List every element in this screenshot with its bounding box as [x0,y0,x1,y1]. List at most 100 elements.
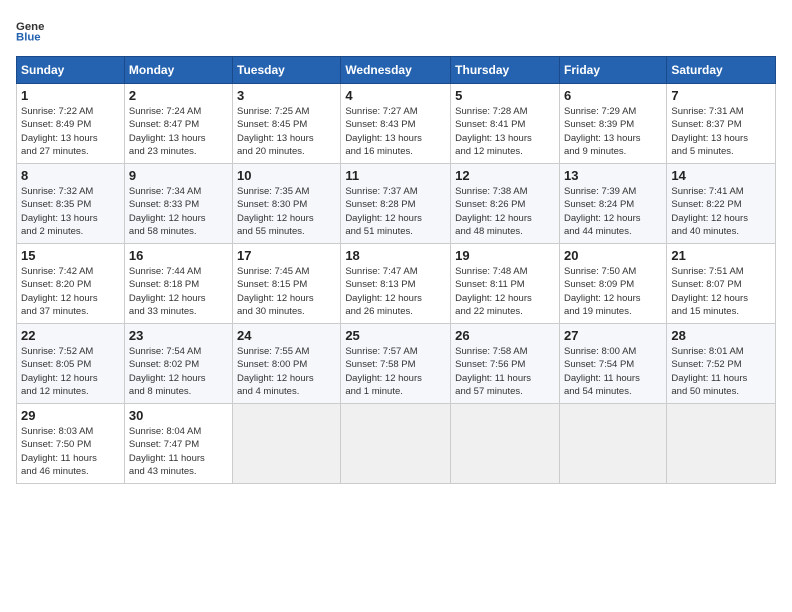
calendar-cell: 16 Sunrise: 7:44 AM Sunset: 8:18 PM Dayli… [124,244,232,324]
day-detail: Sunrise: 7:45 AM Sunset: 8:15 PM Dayligh… [237,265,336,318]
day-detail: Sunrise: 7:42 AM Sunset: 8:20 PM Dayligh… [21,265,120,318]
calendar-cell [559,404,666,484]
calendar-cell: 10Sunrise: 7:35 AM Sunset: 8:30 PM Dayli… [233,164,341,244]
calendar-cell [233,404,341,484]
day-number: 16 [129,248,228,263]
weekday-header-monday: Monday [124,57,232,84]
calendar-cell: 4 Sunrise: 7:27 AM Sunset: 8:43 PM Daylig… [341,84,451,164]
day-detail: Sunrise: 8:01 AM Sunset: 7:52 PM Dayligh… [671,345,771,398]
day-detail: Sunrise: 8:03 AM Sunset: 7:50 PM Dayligh… [21,425,120,478]
day-detail: Sunrise: 7:58 AM Sunset: 7:56 PM Dayligh… [455,345,555,398]
calendar-cell: 29 Sunrise: 8:03 AM Sunset: 7:50 PM Dayli… [17,404,125,484]
day-detail: Sunrise: 7:55 AM Sunset: 8:00 PM Dayligh… [237,345,336,398]
day-number: 7 [671,88,771,103]
day-number: 1 [21,88,120,103]
day-detail: Sunrise: 7:34 AM Sunset: 8:33 PM Dayligh… [129,185,228,238]
calendar-cell: 19 Sunrise: 7:48 AM Sunset: 8:11 PM Dayli… [451,244,560,324]
day-number: 13 [564,168,662,183]
day-number: 30 [129,408,228,423]
day-number: 6 [564,88,662,103]
day-detail: Sunrise: 7:29 AM Sunset: 8:39 PM Dayligh… [564,105,662,158]
calendar-row-2: 15 Sunrise: 7:42 AM Sunset: 8:20 PM Dayli… [17,244,776,324]
day-detail: Sunrise: 7:39 AM Sunset: 8:24 PM Dayligh… [564,185,662,238]
calendar-cell: 11 Sunrise: 7:37 AM Sunset: 8:28 PM Dayli… [341,164,451,244]
calendar-cell: 15 Sunrise: 7:42 AM Sunset: 8:20 PM Dayli… [17,244,125,324]
weekday-header-saturday: Saturday [667,57,776,84]
calendar-cell: 26 Sunrise: 7:58 AM Sunset: 7:56 PM Dayli… [451,324,560,404]
day-detail: Sunrise: 7:24 AM Sunset: 8:47 PM Dayligh… [129,105,228,158]
day-number: 8 [21,168,120,183]
calendar-cell: 25 Sunrise: 7:57 AM Sunset: 7:58 PM Dayli… [341,324,451,404]
calendar-cell: 1 Sunrise: 7:22 AM Sunset: 8:49 PM Daylig… [17,84,125,164]
calendar-cell: 3Sunrise: 7:25 AM Sunset: 8:45 PM Daylig… [233,84,341,164]
day-number: 19 [455,248,555,263]
day-detail: Sunrise: 7:50 AM Sunset: 8:09 PM Dayligh… [564,265,662,318]
day-detail: Sunrise: 7:37 AM Sunset: 8:28 PM Dayligh… [345,185,446,238]
weekday-header-sunday: Sunday [17,57,125,84]
day-detail: Sunrise: 7:51 AM Sunset: 8:07 PM Dayligh… [671,265,771,318]
day-detail: Sunrise: 7:22 AM Sunset: 8:49 PM Dayligh… [21,105,120,158]
calendar-cell: 28 Sunrise: 8:01 AM Sunset: 7:52 PM Dayli… [667,324,776,404]
calendar-cell: 30 Sunrise: 8:04 AM Sunset: 7:47 PM Dayli… [124,404,232,484]
day-detail: Sunrise: 7:52 AM Sunset: 8:05 PM Dayligh… [21,345,120,398]
day-detail: Sunrise: 7:54 AM Sunset: 8:02 PM Dayligh… [129,345,228,398]
calendar-cell: 2 Sunrise: 7:24 AM Sunset: 8:47 PM Daylig… [124,84,232,164]
calendar-cell: 8Sunrise: 7:32 AM Sunset: 8:35 PM Daylig… [17,164,125,244]
calendar-row-4: 29 Sunrise: 8:03 AM Sunset: 7:50 PM Dayli… [17,404,776,484]
day-detail: Sunrise: 8:00 AM Sunset: 7:54 PM Dayligh… [564,345,662,398]
day-number: 4 [345,88,446,103]
calendar-cell: 7 Sunrise: 7:31 AM Sunset: 8:37 PM Daylig… [667,84,776,164]
calendar-cell: 9 Sunrise: 7:34 AM Sunset: 8:33 PM Daylig… [124,164,232,244]
calendar-cell: 17 Sunrise: 7:45 AM Sunset: 8:15 PM Dayli… [233,244,341,324]
calendar-cell [341,404,451,484]
day-number: 11 [345,168,446,183]
day-number: 15 [21,248,120,263]
day-detail: Sunrise: 7:27 AM Sunset: 8:43 PM Dayligh… [345,105,446,158]
calendar-cell: 14 Sunrise: 7:41 AM Sunset: 8:22 PM Dayli… [667,164,776,244]
calendar-cell: 6 Sunrise: 7:29 AM Sunset: 8:39 PM Daylig… [559,84,666,164]
day-number: 3 [237,88,336,103]
calendar-cell: 24 Sunrise: 7:55 AM Sunset: 8:00 PM Dayli… [233,324,341,404]
calendar-cell [451,404,560,484]
calendar-row-1: 8Sunrise: 7:32 AM Sunset: 8:35 PM Daylig… [17,164,776,244]
calendar-cell: 23 Sunrise: 7:54 AM Sunset: 8:02 PM Dayli… [124,324,232,404]
day-number: 26 [455,328,555,343]
day-number: 21 [671,248,771,263]
svg-text:Blue: Blue [16,32,41,44]
weekday-header-tuesday: Tuesday [233,57,341,84]
day-detail: Sunrise: 7:28 AM Sunset: 8:41 PM Dayligh… [455,105,555,158]
day-detail: Sunrise: 7:48 AM Sunset: 8:11 PM Dayligh… [455,265,555,318]
day-number: 14 [671,168,771,183]
day-number: 20 [564,248,662,263]
day-number: 18 [345,248,446,263]
day-number: 22 [21,328,120,343]
day-detail: Sunrise: 8:04 AM Sunset: 7:47 PM Dayligh… [129,425,228,478]
calendar-cell: 13 Sunrise: 7:39 AM Sunset: 8:24 PM Dayli… [559,164,666,244]
weekday-header-friday: Friday [559,57,666,84]
day-detail: Sunrise: 7:31 AM Sunset: 8:37 PM Dayligh… [671,105,771,158]
day-number: 29 [21,408,120,423]
day-number: 2 [129,88,228,103]
page-header: General Blue [16,16,776,44]
day-number: 23 [129,328,228,343]
day-detail: Sunrise: 7:44 AM Sunset: 8:18 PM Dayligh… [129,265,228,318]
weekday-header-thursday: Thursday [451,57,560,84]
day-number: 28 [671,328,771,343]
day-detail: Sunrise: 7:35 AM Sunset: 8:30 PM Dayligh… [237,185,336,238]
calendar-cell: 5Sunrise: 7:28 AM Sunset: 8:41 PM Daylig… [451,84,560,164]
calendar-cell: 21 Sunrise: 7:51 AM Sunset: 8:07 PM Dayli… [667,244,776,324]
calendar-row-0: 1 Sunrise: 7:22 AM Sunset: 8:49 PM Daylig… [17,84,776,164]
calendar-cell: 22 Sunrise: 7:52 AM Sunset: 8:05 PM Dayli… [17,324,125,404]
day-number: 9 [129,168,228,183]
day-number: 24 [237,328,336,343]
day-detail: Sunrise: 7:57 AM Sunset: 7:58 PM Dayligh… [345,345,446,398]
day-detail: Sunrise: 7:47 AM Sunset: 8:13 PM Dayligh… [345,265,446,318]
calendar-table: SundayMondayTuesdayWednesdayThursdayFrid… [16,56,776,484]
calendar-cell [667,404,776,484]
day-number: 25 [345,328,446,343]
day-detail: Sunrise: 7:41 AM Sunset: 8:22 PM Dayligh… [671,185,771,238]
day-number: 27 [564,328,662,343]
calendar-cell: 20 Sunrise: 7:50 AM Sunset: 8:09 PM Dayli… [559,244,666,324]
day-number: 17 [237,248,336,263]
weekday-header-wednesday: Wednesday [341,57,451,84]
